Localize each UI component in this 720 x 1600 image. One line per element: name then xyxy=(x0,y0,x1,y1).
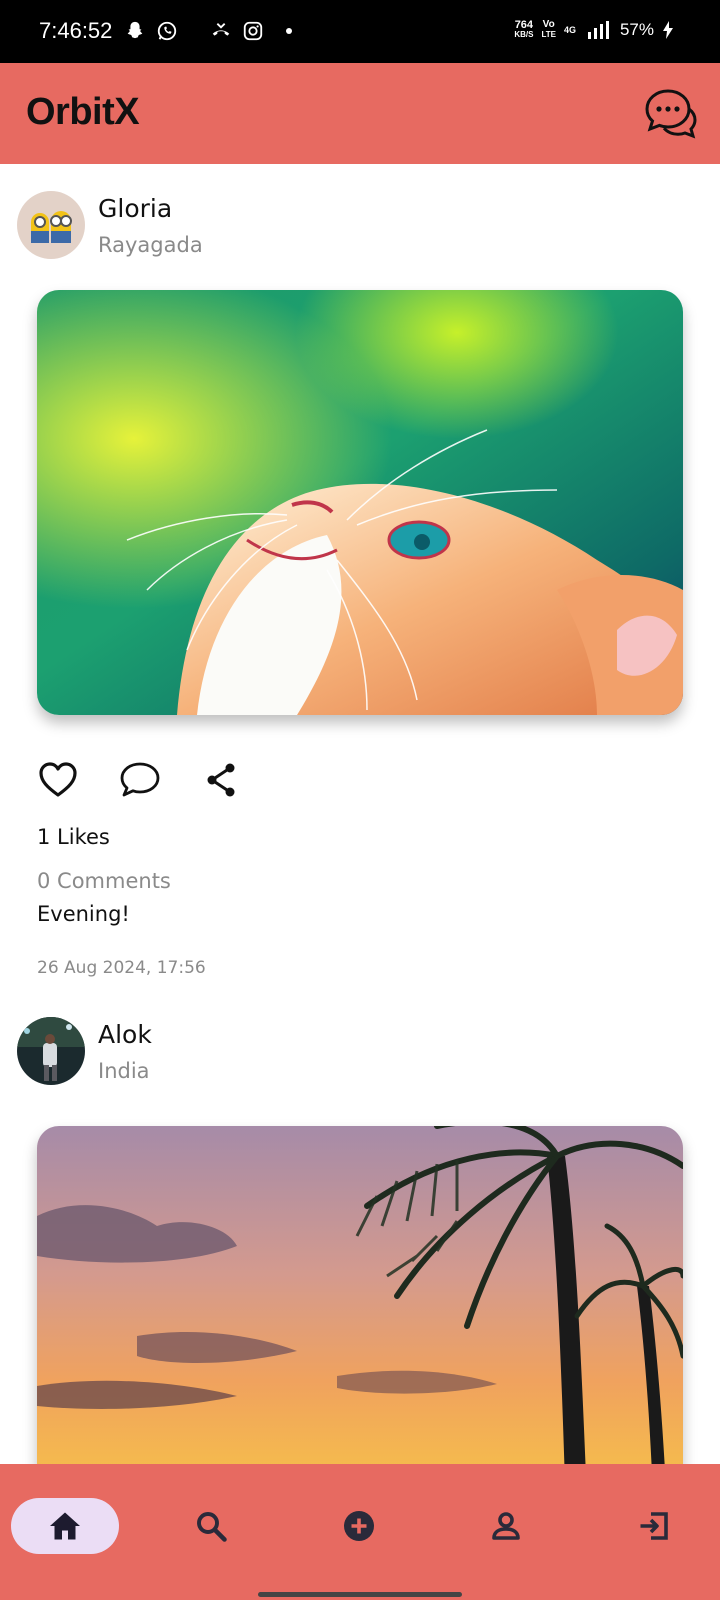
comments-count[interactable]: 0 Comments xyxy=(37,869,171,893)
missed-call-icon xyxy=(212,23,230,36)
speed-unit: KB/S xyxy=(514,30,534,39)
post-card: Gloria Rayagada 1 Likes 0 Comments Eveni… xyxy=(0,164,720,1000)
nav-home[interactable] xyxy=(11,1498,119,1554)
gesture-bar[interactable] xyxy=(258,1592,462,1597)
system-icons: 764 KB/S Vo LTE 4G 57% xyxy=(514,20,674,40)
home-icon xyxy=(50,1512,80,1540)
battery-percent: 57% xyxy=(619,20,654,39)
chat-bubbles-icon[interactable] xyxy=(642,87,698,143)
network-speed: 764 KB/S xyxy=(514,20,533,40)
nav-add-post[interactable] xyxy=(305,1498,413,1554)
sunset-image xyxy=(37,1126,683,1464)
nav-profile[interactable] xyxy=(452,1498,560,1554)
avatar[interactable] xyxy=(17,1017,85,1085)
post-username[interactable]: Alok xyxy=(98,1020,152,1049)
snapchat-icon xyxy=(127,21,143,39)
post-image[interactable] xyxy=(37,290,683,715)
like-heart-icon[interactable] xyxy=(37,759,79,801)
speed-value: 764 xyxy=(514,19,534,31)
post-header[interactable]: Alok India xyxy=(17,1017,152,1085)
logout-icon xyxy=(640,1512,668,1540)
kitten-image xyxy=(37,290,683,715)
more-notifications-dot xyxy=(286,28,292,34)
charging-icon xyxy=(663,21,673,39)
app-title: OrbitX xyxy=(26,91,140,133)
minions-avatar-image xyxy=(17,191,85,259)
network-type: 4G xyxy=(563,25,576,35)
nav-logout[interactable] xyxy=(600,1498,708,1554)
person-icon xyxy=(492,1512,520,1540)
app-bar: OrbitX xyxy=(0,63,720,164)
night-portrait-avatar-image xyxy=(17,1017,85,1085)
volte-indicator: Vo LTE xyxy=(541,20,556,40)
post-timestamp: 26 Aug 2024, 17:56 xyxy=(37,958,206,978)
nav-search[interactable] xyxy=(157,1498,265,1554)
post-actions xyxy=(37,759,243,801)
comment-bubble-icon[interactable] xyxy=(119,759,161,801)
add-circle-icon xyxy=(344,1511,374,1541)
notification-icons xyxy=(124,20,292,42)
post-location: India xyxy=(98,1058,150,1083)
search-icon xyxy=(197,1512,227,1542)
bottom-navigation xyxy=(0,1464,720,1600)
volte-bottom: LTE xyxy=(541,30,556,39)
post-username[interactable]: Gloria xyxy=(98,194,203,223)
post-header[interactable]: Gloria Rayagada xyxy=(17,191,203,259)
post-caption: Evening! xyxy=(37,902,130,926)
post-location: Rayagada xyxy=(98,232,203,257)
status-bar: 7:46:52 764 KB/S Vo LTE 4G 57% xyxy=(0,0,720,63)
instagram-icon xyxy=(243,21,263,41)
share-icon[interactable] xyxy=(201,759,243,801)
volte-top: Vo xyxy=(542,19,555,30)
whatsapp-icon xyxy=(157,21,177,41)
likes-count[interactable]: 1 Likes xyxy=(37,825,110,849)
signal-icon xyxy=(587,21,609,39)
avatar[interactable] xyxy=(17,191,85,259)
post-image[interactable] xyxy=(37,1126,683,1464)
post-card: Alok India xyxy=(0,1000,720,1464)
status-time: 7:46:52 xyxy=(39,18,113,43)
post-feed[interactable]: Gloria Rayagada 1 Likes 0 Comments Eveni… xyxy=(0,164,720,1464)
